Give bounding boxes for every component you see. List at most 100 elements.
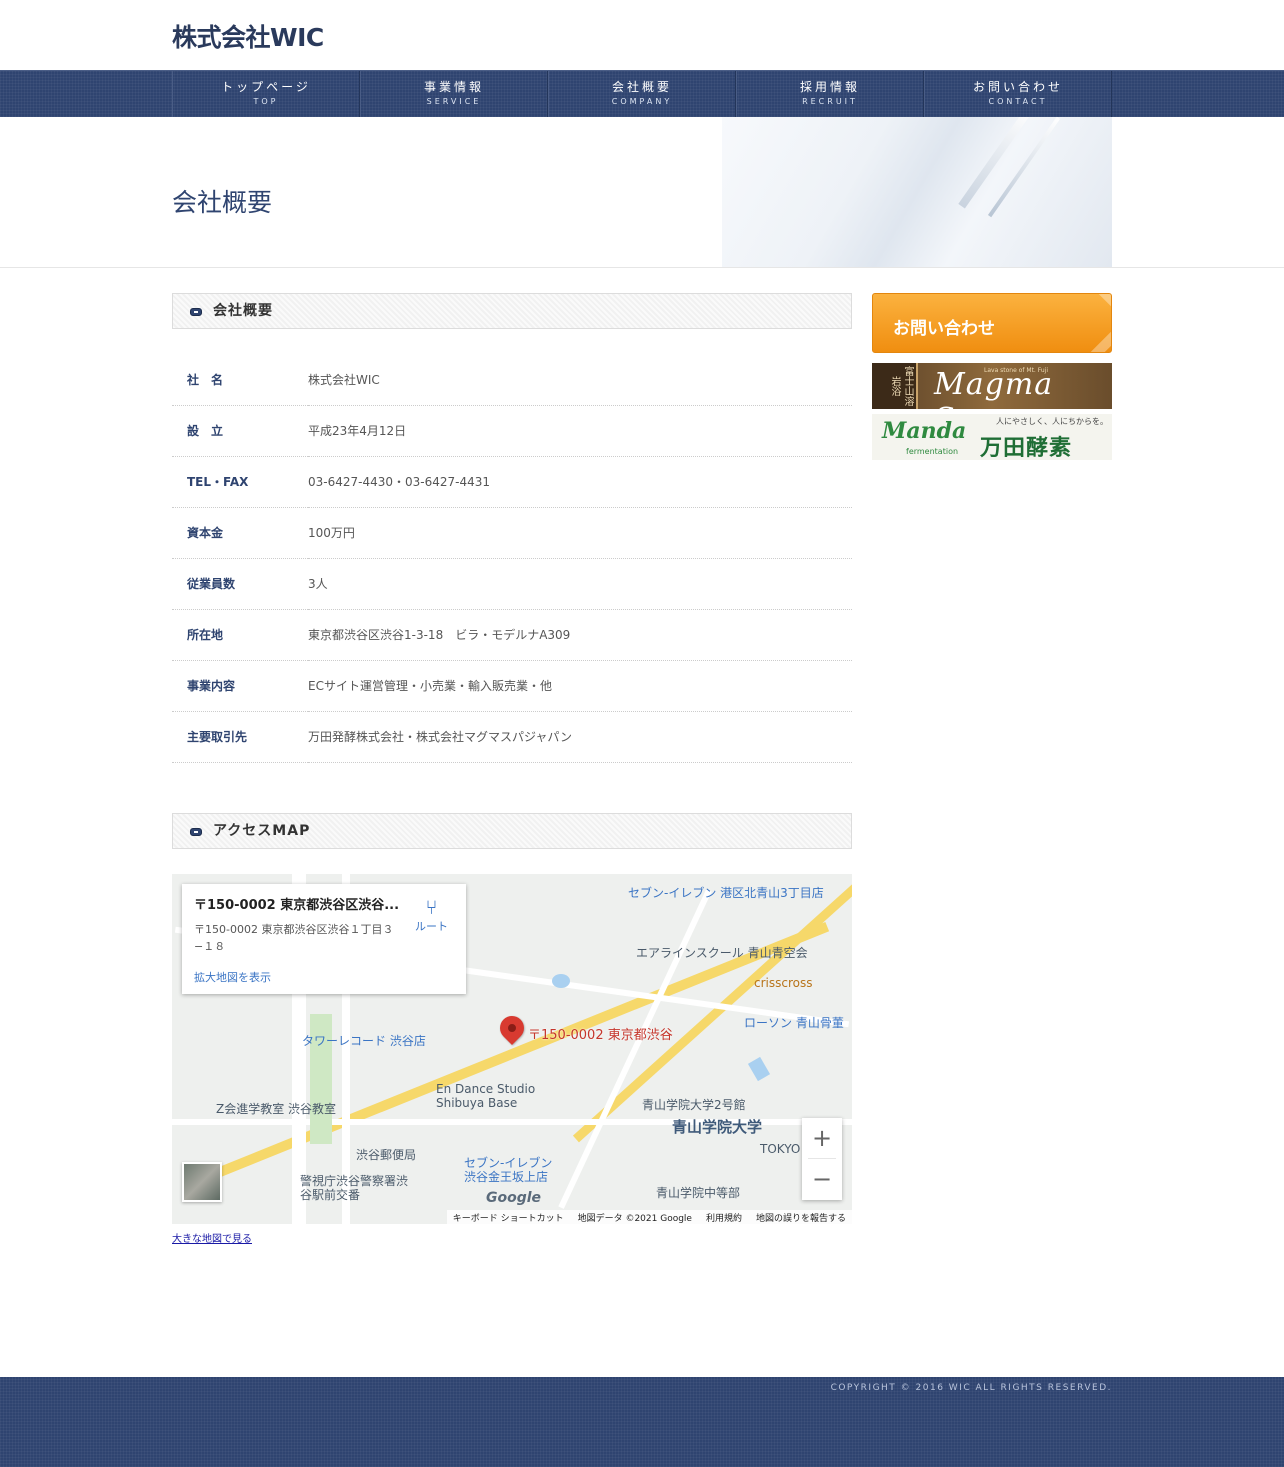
map-water: [552, 973, 570, 988]
map-section-title: アクセスMAP: [172, 812, 852, 849]
row-value: 平成23年4月12日: [308, 405, 852, 457]
route-label: ルート: [415, 919, 448, 933]
row-value: 東京都渋谷区渋谷1-3-18 ビラ・モデルナA309: [308, 609, 852, 661]
map-data-credit: 地図データ ©2021 Google: [577, 1213, 692, 1224]
main-content: 会社概要 社 名株式会社WIC 設 立平成23年4月12日 TEL・FAX 03-…: [172, 293, 852, 1246]
map-label: エアラインスクール 青山青空会: [636, 945, 808, 960]
google-logo: Google: [486, 1189, 542, 1206]
zoom-control: + −: [802, 1117, 842, 1200]
map-label: セブン-イレブン 港区北青山3丁目店: [628, 885, 824, 900]
location-pin-icon[interactable]: [495, 1010, 529, 1045]
nav-item-contact[interactable]: お問い合わせ CONTACT: [924, 71, 1112, 117]
page-header: 会社概要: [0, 117, 1284, 268]
info-card-title: 〒150-0002 東京都渋谷区渋谷...: [194, 897, 400, 913]
table-row: 主要取引先 万田発酵株式会社・株式会社マグマスパジャパン: [172, 711, 852, 763]
map-label: En Dance Studio Shibuya Base: [436, 1081, 536, 1110]
zoom-in-button[interactable]: +: [802, 1118, 842, 1158]
nav-item-service[interactable]: 事業情報 SERVICE: [360, 71, 548, 117]
row-value: 03-6427-4430・03-6427-4431: [308, 456, 852, 508]
nav-item-recruit[interactable]: 採用情報 RECRUIT: [736, 71, 924, 117]
company-section-title: 会社概要: [172, 293, 852, 329]
page-title: 会社概要: [172, 188, 273, 217]
nav-label: 会社概要: [611, 80, 672, 94]
manda-name: 万田酵素: [980, 436, 1073, 460]
nav-item-company[interactable]: 会社概要 COMPANY: [548, 71, 736, 117]
site-footer: COPYRIGHT © 2016 WIC ALL RIGHTS RESERVED…: [0, 1377, 1284, 1467]
map-label: ローソン 青山骨董: [744, 1015, 844, 1030]
sidebar: お問い合わせ 富士山溶岩浴 Lava stone of Mt. Fuji Mag…: [872, 293, 1112, 460]
table-row: TEL・FAX 03-6427-4430・03-6427-4431: [172, 456, 852, 508]
map-label: crisscross: [754, 975, 813, 990]
row-value: 万田発酵株式会社・株式会社マグマスパジャパン: [308, 711, 852, 763]
row-label: 事業内容: [172, 660, 308, 712]
row-label: 主要取引先: [172, 711, 308, 763]
row-label: 社 名: [172, 354, 308, 406]
table-row: 所在地 東京都渋谷区渋谷1-3-18 ビラ・モデルナA309: [172, 609, 852, 661]
row-label: 所在地: [172, 609, 308, 661]
map-label: 青山学院大学: [672, 1117, 763, 1136]
magma-spa-banner[interactable]: 富士山溶岩浴 Lava stone of Mt. Fuji Magma Spa: [872, 363, 1112, 409]
magma-name: Magma Spa: [934, 367, 1054, 409]
nav-sublabel: TOP: [253, 97, 279, 106]
section-title-text: 会社概要: [213, 303, 273, 319]
row-label: 資本金: [172, 507, 308, 559]
enlarge-map-link[interactable]: 拡大地図を表示: [194, 969, 454, 985]
route-button[interactable]: ⑂ ルート: [415, 896, 448, 934]
zoom-out-button[interactable]: −: [802, 1159, 842, 1199]
map-water: [747, 1056, 771, 1081]
embedded-map[interactable]: セブン-イレブン 港区北青山3丁目店 エアラインスクール 青山青空会 criss…: [172, 873, 852, 1224]
nav-item-top[interactable]: トップページ TOP: [172, 71, 360, 117]
copyright: COPYRIGHT © 2016 WIC ALL RIGHTS RESERVED…: [830, 1383, 1112, 1393]
row-value: 100万円: [308, 507, 852, 559]
map-label: 警視庁渋谷警察署渋谷駅前交番: [300, 1173, 409, 1202]
report-error-link[interactable]: 地図の誤りを報告する: [756, 1211, 846, 1224]
map-label: TOKYO: [760, 1141, 801, 1156]
table-row: 従業員数 3人: [172, 558, 852, 610]
row-label: 設 立: [172, 405, 308, 457]
manda-sub: fermentation: [906, 447, 959, 456]
table-row: 事業内容 ECサイト運営管理・小売業・輸入販売業・他: [172, 660, 852, 712]
site-logo[interactable]: 株式会社WIC: [172, 18, 324, 54]
map-road: [558, 888, 712, 1209]
nav-sublabel: COMPANY: [611, 97, 673, 106]
table-row: 資本金 100万円: [172, 507, 852, 559]
row-value: ECサイト運営管理・小売業・輸入販売業・他: [308, 660, 852, 712]
nav-label: 採用情報: [799, 80, 860, 94]
info-card-address: 〒150-0002 東京都渋谷区渋谷１丁目３−１８: [194, 922, 394, 953]
magma-seal: 富士山溶岩浴: [872, 363, 918, 409]
map-label: 渋谷郵便局: [356, 1147, 417, 1162]
map-attribution: キーボード ショートカット 地図データ ©2021 Google 利用規約 地図…: [446, 1209, 852, 1224]
terms-link[interactable]: 利用規約: [706, 1211, 742, 1224]
manda-banner[interactable]: Manda fermentation 人にやさしく、人にちからを。 万田酵素: [872, 414, 1112, 460]
nav-label: お問い合わせ: [972, 80, 1063, 94]
nav-label: トップページ: [221, 80, 311, 94]
big-map-link[interactable]: 大きな地図で見る: [172, 1230, 252, 1245]
site-header: 株式会社WIC: [0, 0, 1284, 70]
global-nav: トップページ TOP 事業情報 SERVICE 会社概要 COMPANY 採用情報 RE…: [0, 70, 1284, 117]
map-label: 青山学院大学2号館: [642, 1097, 746, 1112]
table-row: 社 名株式会社WIC: [172, 354, 852, 406]
bullet-icon: [190, 827, 202, 836]
section-title-text: アクセスMAP: [213, 822, 311, 839]
map-label: 青山学院中等部: [656, 1185, 741, 1200]
row-value: 3人: [308, 558, 852, 610]
map-info-card: 〒150-0002 東京都渋谷区渋谷... 〒150-0002 東京都渋谷区渋谷…: [182, 883, 466, 994]
nav-sublabel: SERVICE: [426, 97, 482, 106]
map-label: Z会進学教室 渋谷教室: [216, 1101, 337, 1116]
manda-logo: Manda: [882, 418, 967, 444]
map-label: タワーレコード 渋谷店: [302, 1033, 426, 1048]
manda-tagline: 人にやさしく、人にちからを。: [996, 417, 1108, 426]
nav-label: 事業情報: [423, 80, 484, 94]
nav-sublabel: RECRUIT: [802, 97, 858, 106]
directions-icon: ⑂: [425, 894, 438, 919]
nav-sublabel: CONTACT: [988, 97, 1048, 106]
company-info-table: 社 名株式会社WIC 設 立平成23年4月12日 TEL・FAX 03-6427-…: [172, 354, 852, 763]
bullet-icon: [190, 308, 202, 316]
contact-button[interactable]: お問い合わせ: [872, 293, 1112, 353]
table-row: 設 立平成23年4月12日: [172, 405, 852, 457]
row-label: 従業員数: [172, 558, 308, 610]
row-label: TEL・FAX: [172, 456, 308, 508]
map-label: セブン-イレブン 渋谷金王坂上店: [464, 1155, 553, 1184]
satellite-toggle[interactable]: [182, 1161, 222, 1202]
keyboard-shortcuts-link[interactable]: キーボード ショートカット: [453, 1211, 564, 1224]
